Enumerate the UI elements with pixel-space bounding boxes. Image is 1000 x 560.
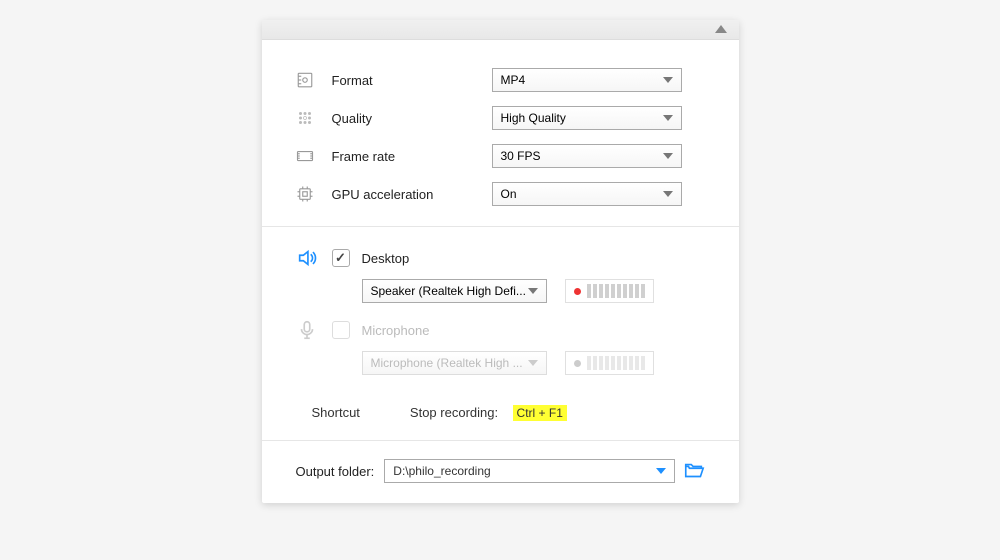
chevron-down-icon	[663, 153, 673, 159]
titlebar	[262, 20, 739, 40]
stop-recording-hotkey[interactable]: Ctrl + F1	[513, 405, 567, 421]
microphone-device-value: Microphone (Realtek High ...	[371, 356, 528, 370]
settings-panel: Format MP4 Quality High Quality	[262, 20, 739, 503]
format-value: MP4	[501, 73, 663, 87]
quality-icon	[296, 109, 332, 127]
framerate-icon	[296, 147, 332, 165]
quality-value: High Quality	[501, 111, 663, 125]
gpu-value: On	[501, 187, 663, 201]
microphone-vu-meter	[565, 351, 654, 375]
shortcut-heading: Shortcut	[312, 405, 360, 420]
record-dot-icon	[574, 360, 581, 367]
audio-section: Desktop Speaker (Realtek High Defi... Mi…	[262, 227, 739, 440]
microphone-label: Microphone	[362, 323, 430, 338]
desktop-audio-label: Desktop	[362, 251, 410, 266]
chevron-down-icon	[656, 468, 666, 474]
output-folder-label: Output folder:	[296, 464, 375, 479]
quality-label: Quality	[332, 111, 492, 126]
framerate-value: 30 FPS	[501, 149, 663, 163]
video-section: Format MP4 Quality High Quality	[262, 40, 739, 226]
framerate-label: Frame rate	[332, 149, 492, 164]
output-section: Output folder: D:\philo_recording	[262, 441, 739, 503]
gpu-label: GPU acceleration	[332, 187, 492, 202]
framerate-select[interactable]: 30 FPS	[492, 144, 682, 168]
chevron-down-icon	[663, 115, 673, 121]
chevron-down-icon	[528, 360, 538, 366]
stop-recording-label: Stop recording:	[410, 405, 498, 420]
desktop-vu-meter	[565, 279, 654, 303]
gpu-select[interactable]: On	[492, 182, 682, 206]
speaker-icon	[296, 247, 332, 269]
microphone-icon	[296, 319, 332, 341]
format-label: Format	[332, 73, 492, 88]
microphone-device-select: Microphone (Realtek High ...	[362, 351, 547, 375]
output-folder-path: D:\philo_recording	[393, 464, 655, 478]
format-select[interactable]: MP4	[492, 68, 682, 92]
chevron-down-icon	[528, 288, 538, 294]
desktop-device-value: Speaker (Realtek High Defi...	[371, 284, 528, 298]
desktop-device-select[interactable]: Speaker (Realtek High Defi...	[362, 279, 547, 303]
open-folder-button[interactable]	[683, 460, 705, 482]
chevron-down-icon	[663, 77, 673, 83]
output-folder-select[interactable]: D:\philo_recording	[384, 459, 674, 483]
collapse-up-icon[interactable]	[715, 25, 727, 33]
gpu-icon	[296, 185, 332, 203]
format-icon	[296, 71, 332, 89]
desktop-audio-checkbox[interactable]	[332, 249, 350, 267]
microphone-checkbox[interactable]	[332, 321, 350, 339]
quality-select[interactable]: High Quality	[492, 106, 682, 130]
record-dot-icon	[574, 288, 581, 295]
shortcut-row: Shortcut Stop recording: Ctrl + F1	[296, 405, 705, 420]
chevron-down-icon	[663, 191, 673, 197]
